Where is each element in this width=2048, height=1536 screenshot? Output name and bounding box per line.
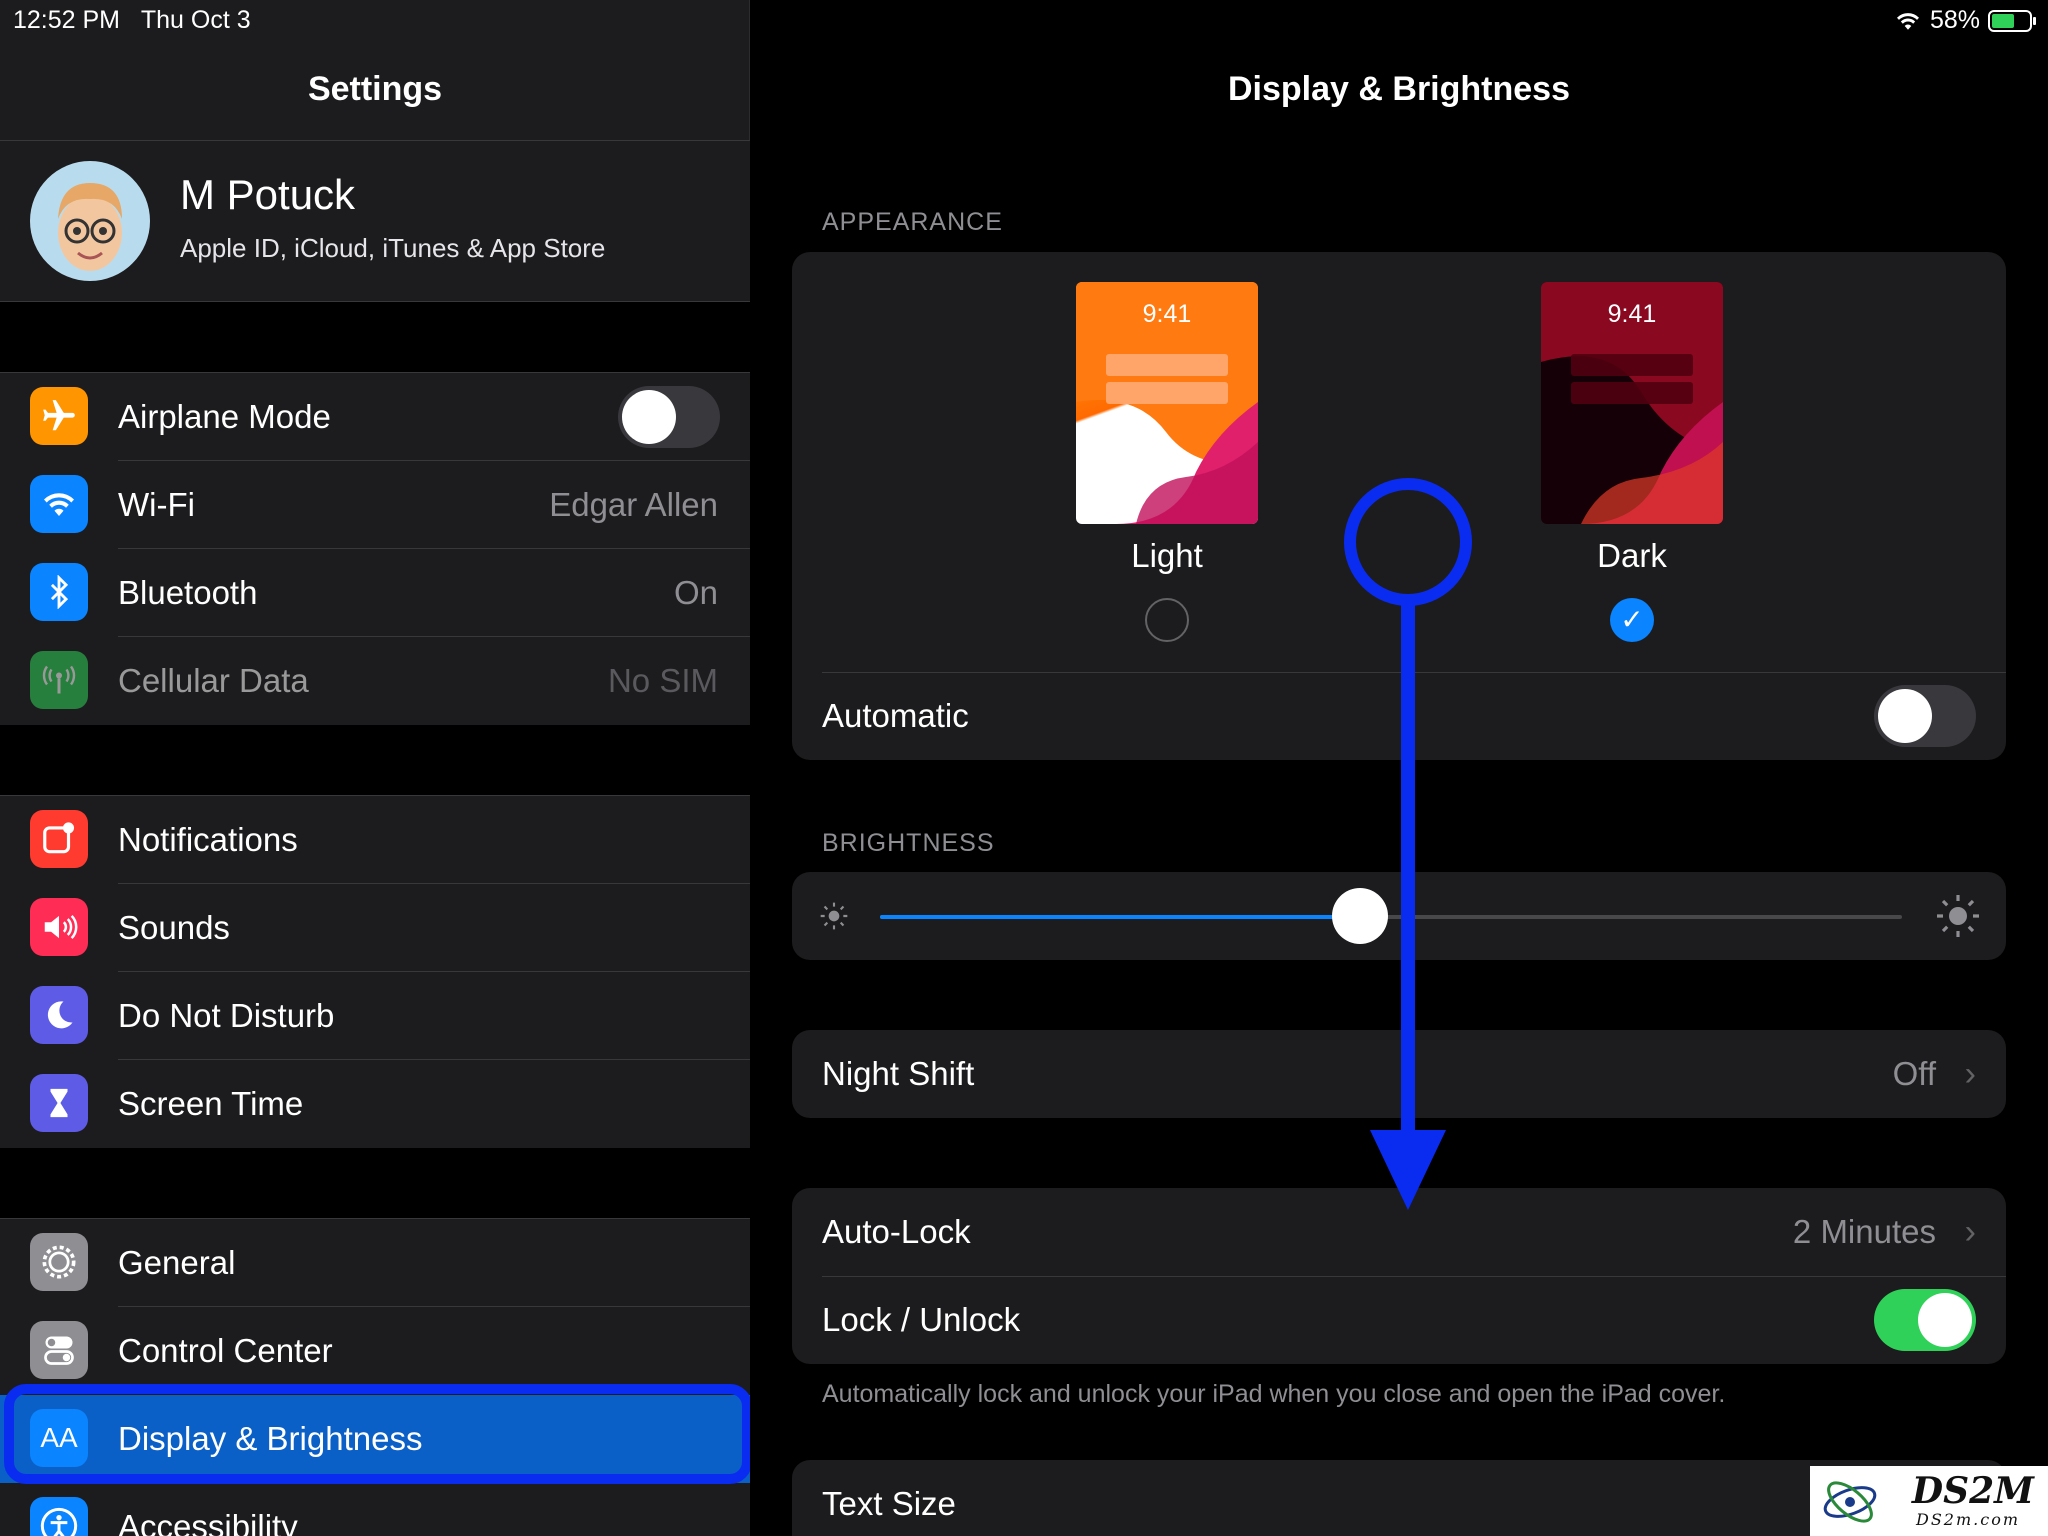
sidebar-item-label: Control Center [118,1332,333,1369]
display-brightness-pane: 58% Display & Brightness APPEARANCE 9:41… [750,0,2048,1536]
watermark-logo: DS2M DS2m.com [1810,1466,2048,1536]
sidebar-item-control-center[interactable]: Control Center [0,1307,750,1395]
moon-icon [30,986,88,1044]
group-gap [0,302,750,372]
accessibility-icon [30,1497,88,1536]
bluetooth-value: On [673,574,718,611]
sidebar-item-screen-time[interactable]: Screen Time [0,1060,750,1148]
group-gap [0,1148,750,1218]
scroll-down-arrow-annotation [1344,478,1472,1210]
sidebar-item-airplane-mode[interactable]: Airplane Mode [0,373,750,461]
sidebar-item-notifications[interactable]: Notifications [0,796,750,884]
switches-icon [30,1321,88,1379]
sidebar-item-label: Notifications [118,821,298,858]
airplane-icon [30,387,88,445]
watermark-domain: DS2m.com [1916,1510,2020,1529]
sidebar-item-general[interactable]: General [0,1219,750,1307]
sidebar-item-label: Cellular Data [118,662,309,699]
wifi-icon [30,475,88,533]
sidebar-item-label: Airplane Mode [118,398,331,435]
settings-sidebar: 12:52 PM Thu Oct 3 Settings M Potuck App… [0,0,752,1536]
sidebar-item-cellular-data[interactable]: Cellular Data No SIM [0,637,750,725]
profile-subtitle: Apple ID, iCloud, iTunes & App Store [180,233,606,263]
antenna-icon [30,651,88,709]
wifi-network-value: Edgar Allen [549,486,718,523]
notifications-icon [30,810,88,868]
speaker-icon [30,898,88,956]
sidebar-item-bluetooth[interactable]: Bluetooth On [0,549,750,637]
airplane-mode-toggle[interactable] [618,386,720,448]
avatar [30,161,150,281]
status-time: 12:52 PM Thu Oct 3 [13,6,251,34]
hourglass-icon [30,1074,88,1132]
apple-id-profile[interactable]: M Potuck Apple ID, iCloud, iTunes & App … [0,140,750,302]
sidebar-item-label: Do Not Disturb [118,997,335,1034]
selection-highlight-annotation [4,1384,752,1484]
notifications-group: Notifications Sounds Do Not Disturb Scre… [0,795,750,1149]
sidebar-item-wifi[interactable]: Wi-Fi Edgar Allen [0,461,750,549]
connectivity-group: Airplane Mode Wi-Fi Edgar Allen Bluetoot… [0,372,750,726]
sidebar-item-accessibility[interactable]: Accessibility [0,1483,750,1536]
group-gap [0,725,750,795]
sidebar-item-label: Wi-Fi [118,486,195,523]
sidebar-item-label: Sounds [118,909,230,946]
cellular-value: No SIM [607,662,718,699]
sidebar-item-label: General [118,1244,236,1281]
profile-name: M Potuck [180,171,356,218]
sidebar-item-label: Accessibility [118,1508,298,1536]
bluetooth-icon [30,563,88,621]
watermark-brand: DS2M [1911,1470,2034,1512]
sidebar-item-do-not-disturb[interactable]: Do Not Disturb [0,972,750,1060]
sidebar-item-sounds[interactable]: Sounds [0,884,750,972]
general-group: General Control Center AA Display & Brig… [0,1218,750,1536]
sidebar-item-label: Bluetooth [118,574,258,611]
sidebar-item-label: Screen Time [118,1085,304,1122]
gear-icon [30,1233,88,1291]
sidebar-title: Settings [307,70,443,108]
